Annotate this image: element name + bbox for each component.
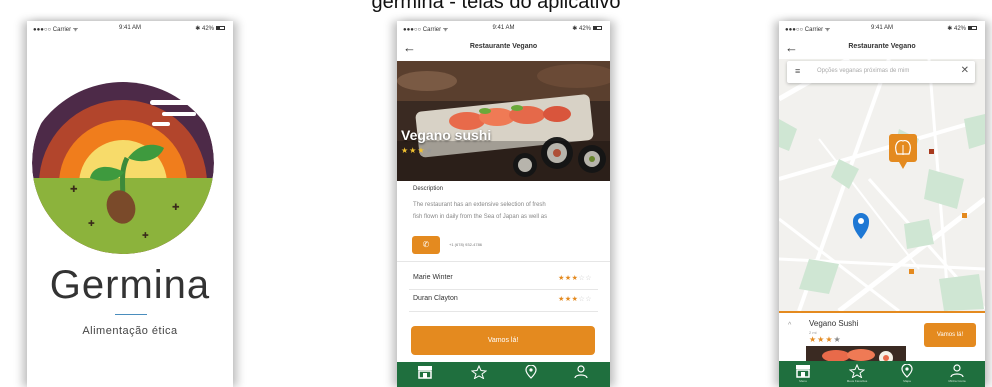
close-icon[interactable]: ✕ — [961, 65, 969, 76]
search-bar[interactable]: ≡ Opções veganas próximas de mim ✕ — [787, 61, 975, 83]
nav-bar: ← Restaurante Vegano — [779, 39, 985, 57]
tab-menu[interactable] — [415, 365, 435, 383]
screen-title: Restaurante Vegano — [469, 43, 538, 50]
map-view[interactable] — [779, 59, 985, 311]
screen-title: Restaurante Vegano — [848, 43, 916, 50]
reviewer-name: Duran Clayton — [413, 295, 458, 302]
tab-map[interactable]: Mapa — [897, 363, 917, 383]
tab-menu[interactable]: Menu — [793, 364, 813, 383]
restaurant-rating: ★★★★ — [401, 146, 434, 155]
nav-bar: ← Restaurante Vegano — [397, 39, 610, 57]
battery-icon — [968, 26, 977, 31]
restaurant-name: Vegano sushi — [401, 127, 492, 143]
user-icon — [574, 365, 588, 379]
restaurant-card[interactable]: ^ Vegano Sushi 2 mi ★★★★ Vamos lá! — [779, 311, 985, 366]
card-rating: ★★★★ — [809, 335, 842, 344]
germina-logo: ✚ ✚ ✚ ✚ — [32, 72, 214, 254]
tab-label: Mapa — [903, 379, 911, 383]
tab-label: Menu — [799, 379, 807, 383]
svg-text:✚: ✚ — [172, 203, 180, 213]
status-bar: ●●●○○ Carrier ᯤ 9:41 AM ✱ 42% — [779, 25, 985, 35]
battery-indicator: ✱ 42% — [947, 25, 977, 32]
description-label: Description — [413, 186, 444, 192]
divider — [397, 261, 610, 262]
tab-account[interactable]: Minha Conta — [947, 364, 967, 383]
svg-text:✚: ✚ — [88, 219, 95, 228]
chevron-up-icon[interactable]: ^ — [788, 322, 791, 329]
tab-favorites[interactable] — [469, 364, 489, 383]
user-icon — [950, 364, 964, 378]
divider — [409, 289, 598, 290]
svg-text:✚: ✚ — [70, 185, 78, 195]
status-bar: ●●●○○ Carrier ᯤ 9:41 AM ✱ 42% — [27, 25, 233, 35]
tab-map[interactable] — [521, 364, 541, 383]
map-screen: ●●●○○ Carrier ᯤ 9:41 AM ✱ 42% ← Restaura… — [779, 21, 985, 387]
star-outline-icon — [848, 363, 866, 379]
tab-bar: Menu Meus Favoritos Mapa Minha Conta — [779, 361, 985, 387]
divider — [409, 311, 598, 312]
brand-divider — [115, 314, 147, 315]
phone-number: +1 (678) 932-4786 — [449, 242, 483, 247]
battery-icon — [593, 26, 602, 31]
splash-screen: ●●●○○ Carrier ᯤ 9:41 AM ✱ 42% ✚ ✚ ✚ ✚ Ge… — [27, 21, 233, 387]
sushi-hero-image — [397, 61, 610, 181]
menu-icon[interactable]: ≡ — [795, 66, 800, 76]
star-outline-icon — [470, 364, 488, 380]
location-pin-icon — [901, 363, 913, 378]
location-pin-icon — [525, 364, 537, 379]
tab-label: Minha Conta — [948, 379, 966, 383]
reviewer-rating: ★★★☆☆ — [558, 296, 592, 303]
battery-icon — [216, 26, 225, 31]
tab-account[interactable] — [571, 365, 591, 383]
battery-indicator: ✱ 42% — [572, 25, 602, 32]
go-button[interactable]: Vamos lá! — [411, 326, 595, 355]
tab-favorites[interactable]: Meus Favoritos — [847, 363, 867, 383]
restaurant-detail-screen: ●●●○○ Carrier ᯤ 9:41 AM ✱ 42% ← Restaura… — [397, 21, 610, 387]
go-button[interactable]: Vamos lá! — [924, 323, 976, 347]
phone-icon: ✆ — [422, 240, 430, 249]
reviewer-rating: ★★★☆☆ — [558, 275, 592, 282]
call-button[interactable]: ✆ — [412, 236, 440, 254]
slide-caption: germina - telas do aplicativo — [371, 0, 621, 13]
svg-text:✚: ✚ — [142, 231, 149, 240]
reviewer-name: Marie Winter — [413, 274, 453, 281]
search-input[interactable]: Opções veganas próximas de mim — [817, 68, 909, 74]
description-text: The restaurant has an extensive selectio… — [413, 202, 548, 220]
store-icon — [418, 366, 432, 379]
status-bar: ●●●○○ Carrier ᯤ 9:41 AM ✱ 42% — [397, 25, 610, 35]
card-restaurant-name: Vegano Sushi — [809, 319, 859, 328]
tab-bar — [397, 362, 610, 387]
brand-name: Germina — [49, 263, 211, 307]
tagline: Alimentação ética — [82, 325, 178, 337]
tab-label: Meus Favoritos — [846, 379, 868, 383]
battery-indicator: ✱ 42% — [195, 25, 225, 32]
store-icon — [796, 365, 810, 378]
